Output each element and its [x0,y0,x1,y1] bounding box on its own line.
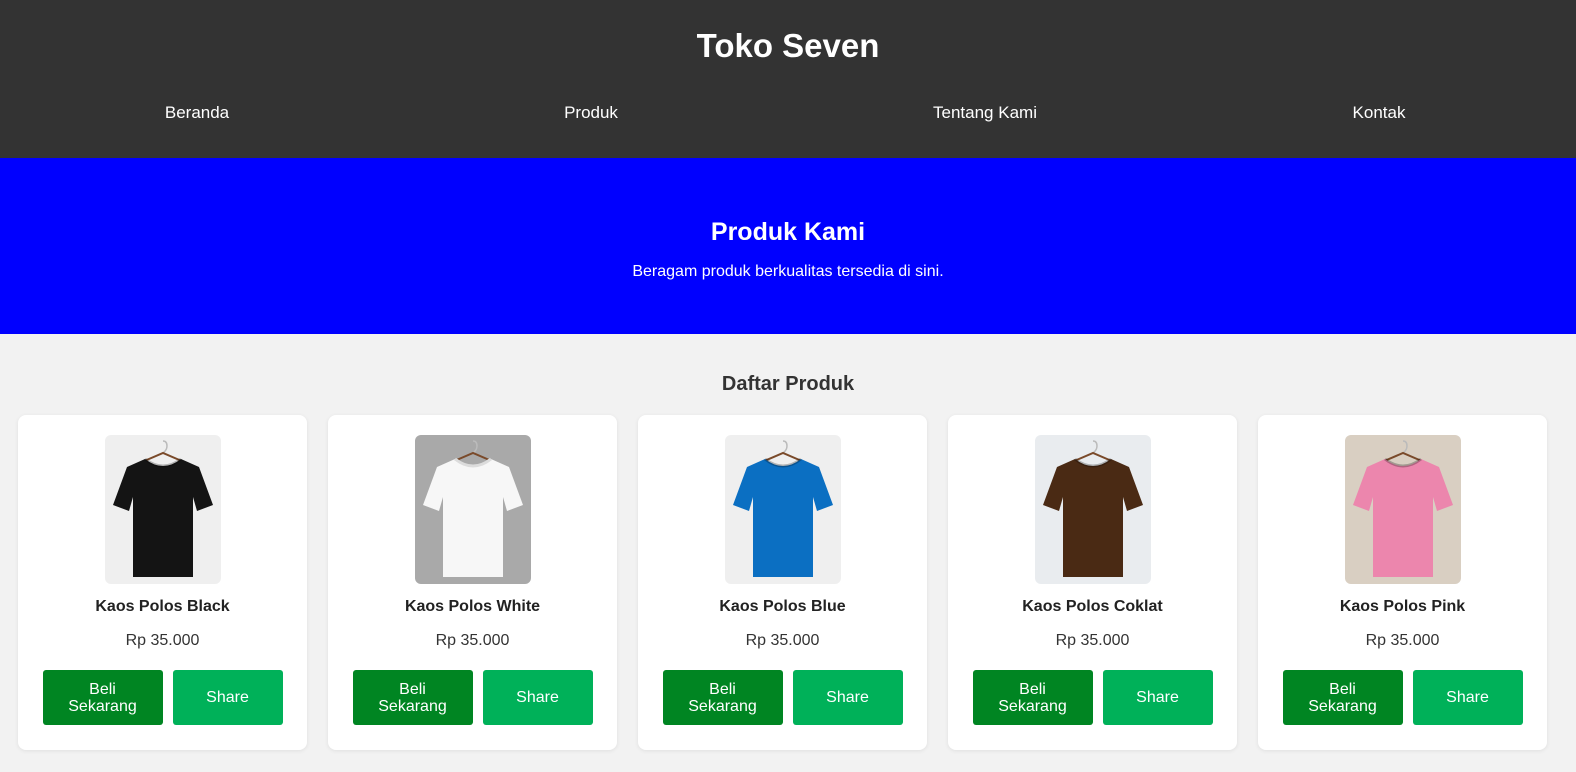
product-card: Kaos Polos Blue Rp 35.000 Beli Sekarang … [638,415,927,750]
site-header: Toko Seven Beranda Produk Tentang Kami K… [0,0,1576,158]
share-button[interactable]: Share [172,670,283,725]
product-price: Rp 35.000 [1365,632,1440,649]
buy-now-button[interactable]: Beli Sekarang [1282,670,1403,725]
nav-item-produk[interactable]: Produk [394,82,788,142]
site-title: Toko Seven [696,27,880,64]
hero-subtitle: Beragam produk berkualitas tersedia di s… [632,263,944,280]
product-price: Rp 35.000 [1055,632,1130,649]
buy-now-button[interactable]: Beli Sekarang [352,670,473,725]
buy-now-button[interactable]: Beli Sekarang [42,670,163,725]
product-name: Kaos Polos Pink [1339,598,1466,615]
product-grid: Kaos Polos Black Rp 35.000 Beli Sekarang… [0,415,1576,750]
product-card: Kaos Polos Pink Rp 35.000 Beli Sekarang … [1258,415,1547,750]
product-price: Rp 35.000 [435,632,510,649]
product-name: Kaos Polos Black [95,598,230,615]
nav-item-beranda[interactable]: Beranda [0,82,394,142]
buy-now-button[interactable]: Beli Sekarang [972,670,1093,725]
share-button[interactable]: Share [792,670,903,725]
tshirt-image [104,435,221,584]
hero-banner: Produk Kami Beragam produk berkualitas t… [0,158,1576,334]
main-nav: Beranda Produk Tentang Kami Kontak [0,82,1576,142]
share-button[interactable]: Share [482,670,593,725]
product-price: Rp 35.000 [125,632,200,649]
hero-title: Produk Kami [710,218,866,246]
buy-now-button[interactable]: Beli Sekarang [662,670,783,725]
nav-item-tentang-kami[interactable]: Tentang Kami [788,82,1182,142]
product-name: Kaos Polos White [404,598,541,615]
share-button[interactable]: Share [1412,670,1523,725]
product-card: Kaos Polos Coklat Rp 35.000 Beli Sekaran… [948,415,1237,750]
product-card: Kaos Polos Black Rp 35.000 Beli Sekarang… [18,415,307,750]
share-button[interactable]: Share [1102,670,1213,725]
product-name: Kaos Polos Coklat [1022,598,1163,615]
product-price: Rp 35.000 [745,632,820,649]
tshirt-image [1344,435,1461,584]
product-card: Kaos Polos White Rp 35.000 Beli Sekarang… [328,415,617,750]
product-name: Kaos Polos Blue [719,598,846,615]
product-list-title: Daftar Produk [721,373,855,395]
nav-item-kontak[interactable]: Kontak [1182,82,1576,142]
tshirt-image [724,435,841,584]
tshirt-image [1034,435,1151,584]
tshirt-image [414,435,531,584]
